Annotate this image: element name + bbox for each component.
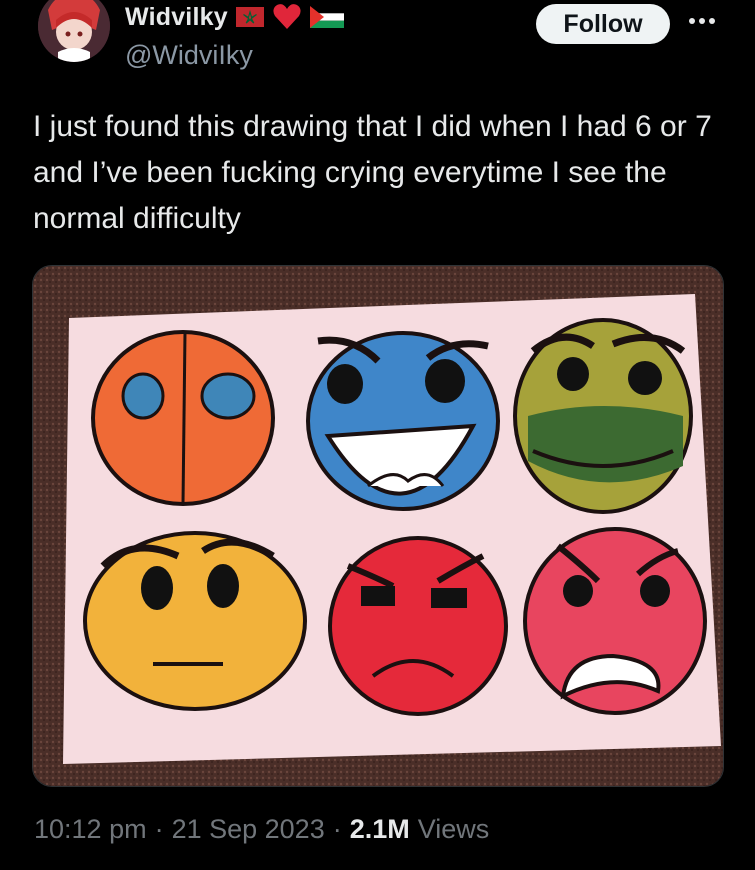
face-blue: [306, 331, 500, 511]
user-handle[interactable]: @WidviIky: [125, 40, 253, 71]
drawing-photo: [33, 266, 723, 786]
tweet-text: I just found this drawing that I did whe…: [33, 110, 712, 235]
follow-button[interactable]: Follow: [536, 4, 670, 44]
tweet-meta: 10:12 pm · 21 Sep 2023 · 2.1M Views: [34, 814, 489, 845]
display-name[interactable]: Widvilky: [125, 3, 228, 32]
palestine-flag-icon: [309, 6, 344, 28]
views-count[interactable]: 2.1M: [350, 814, 410, 845]
red-heart-icon: [273, 4, 301, 29]
face-olive: [513, 318, 693, 514]
more-options-icon[interactable]: [684, 6, 720, 36]
separator: ·: [332, 814, 342, 844]
face-pink: [523, 527, 707, 715]
tweet-time[interactable]: 10:12 pm: [34, 814, 147, 845]
face-yellow: [83, 531, 307, 711]
face-orange: [91, 330, 275, 506]
separator: ·: [154, 814, 164, 844]
tweet-date[interactable]: 21 Sep 2023: [172, 814, 325, 845]
tweet-media-image[interactable]: [32, 265, 724, 787]
avatar-image: [38, 0, 110, 62]
face-red: [328, 536, 508, 716]
morocco-flag-icon: [235, 7, 264, 27]
user-name-row: Widvilky: [125, 2, 344, 32]
views-label: Views: [417, 814, 490, 844]
user-avatar[interactable]: [38, 0, 110, 62]
